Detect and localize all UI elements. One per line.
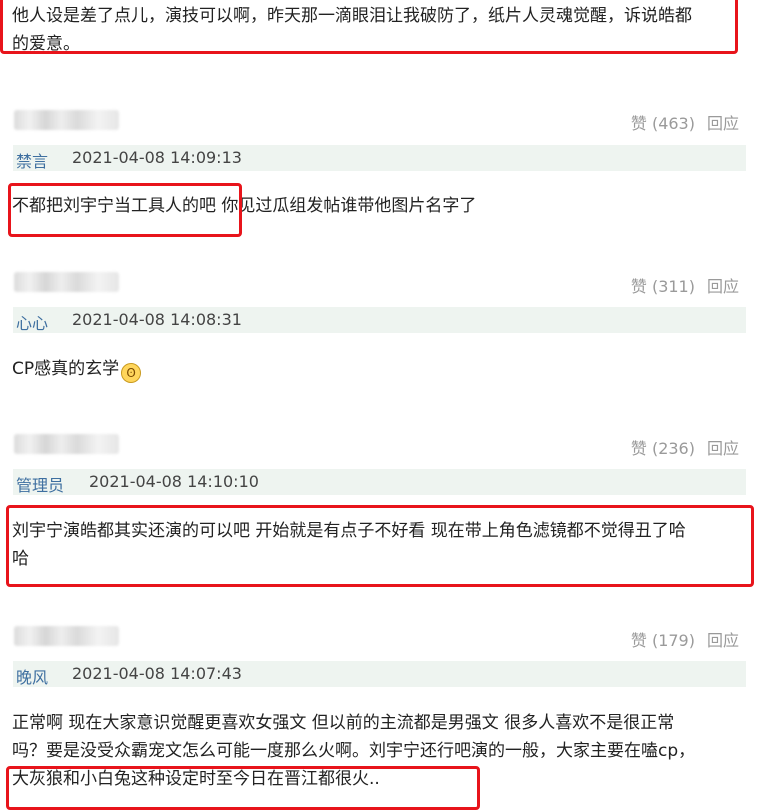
- reply-button[interactable]: 回应: [707, 110, 739, 134]
- reply-button[interactable]: 回应: [707, 627, 739, 651]
- comment-meta: 禁言 2021-04-08 14:09:13: [13, 145, 746, 171]
- comment-meta: 管理员 2021-04-08 14:10:10: [13, 469, 746, 495]
- blurred-avatar: [14, 272, 119, 292]
- comment-actions: 赞 (179) 回应: [631, 627, 739, 651]
- username[interactable]: 心心: [16, 310, 48, 334]
- timestamp: 2021-04-08 14:08:31: [72, 310, 242, 329]
- highlight-box: [6, 766, 480, 810]
- reply-button[interactable]: 回应: [707, 435, 739, 459]
- username[interactable]: 禁言: [16, 148, 48, 172]
- grinning-sweat-emoji-icon: ʘ: [121, 363, 142, 383]
- comment-meta: 晚风 2021-04-08 14:07:43: [13, 661, 746, 687]
- username[interactable]: 管理员: [16, 472, 64, 496]
- like-button[interactable]: 赞 (179): [631, 627, 695, 651]
- like-button[interactable]: 赞 (463): [631, 110, 695, 134]
- timestamp: 2021-04-08 14:10:10: [89, 472, 259, 491]
- blurred-avatar: [14, 110, 119, 130]
- highlight-box: [0, 0, 738, 54]
- comment-actions: 赞 (236) 回应: [631, 435, 739, 459]
- username[interactable]: 晚风: [16, 664, 48, 688]
- reply-button[interactable]: 回应: [707, 273, 739, 297]
- timestamp: 2021-04-08 14:09:13: [72, 148, 242, 167]
- blurred-avatar: [14, 626, 119, 646]
- comment-actions: 赞 (463) 回应: [631, 110, 739, 134]
- comment-text: CP感真的玄学 ʘ: [12, 355, 747, 383]
- comment-actions: 赞 (311) 回应: [631, 273, 739, 297]
- highlight-box: [8, 183, 242, 237]
- highlight-box: [6, 505, 754, 587]
- like-button[interactable]: 赞 (311): [631, 273, 695, 297]
- timestamp: 2021-04-08 14:07:43: [72, 664, 242, 683]
- like-button[interactable]: 赞 (236): [631, 435, 695, 459]
- comment-meta: 心心 2021-04-08 14:08:31: [13, 307, 746, 333]
- blurred-avatar: [14, 434, 119, 454]
